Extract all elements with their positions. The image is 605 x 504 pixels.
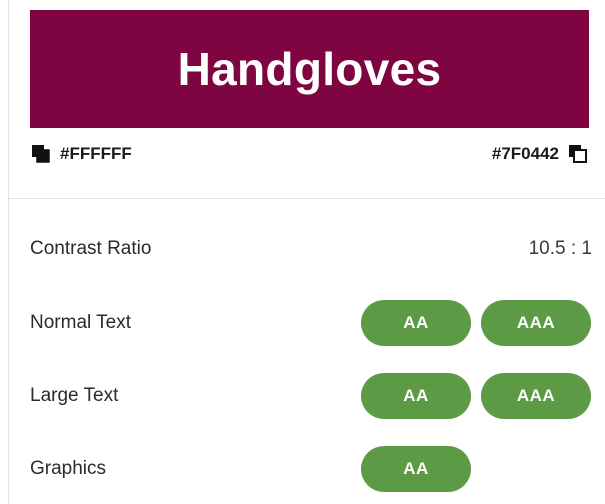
swatch-row: #FFFFFF #7F0442	[30, 139, 589, 169]
large-text-aa-badge: AA	[361, 373, 471, 419]
large-text-row: Large Text AA AAA	[30, 371, 592, 421]
large-text-label: Large Text	[30, 385, 119, 406]
large-text-aaa-badge: AAA	[481, 373, 591, 419]
graphics-label: Graphics	[30, 458, 107, 479]
contrast-ratio-label: Contrast Ratio	[30, 238, 152, 259]
normal-text-row: Normal Text AA AAA	[30, 298, 592, 348]
contrast-ratio-row: Contrast Ratio 10.5 : 1	[30, 224, 592, 274]
copy-icon[interactable]	[30, 143, 52, 165]
normal-text-aa-badge: AA	[361, 300, 471, 346]
graphics-aa-badge: AA	[361, 446, 471, 492]
background-color-code: #7F0442	[491, 144, 559, 163]
panel-left-border	[8, 0, 9, 504]
normal-text-aaa-badge: AAA	[481, 300, 591, 346]
contrast-ratio-value: 10.5 : 1	[528, 238, 592, 259]
normal-text-label: Normal Text	[30, 312, 132, 333]
background-swatch[interactable]: #7F0442	[492, 143, 589, 165]
foreground-swatch[interactable]: #FFFFFF	[30, 143, 132, 165]
text-preview: Handgloves	[30, 10, 589, 128]
preview-text: Handgloves	[177, 43, 442, 95]
contrast-checker-panel: Handgloves #FFFFFF #7F0442 Contrast Rati…	[0, 0, 605, 504]
copy-icon[interactable]	[567, 143, 589, 165]
section-divider	[8, 198, 605, 199]
foreground-color-code: #FFFFFF	[60, 144, 132, 163]
graphics-row: Graphics AA	[30, 444, 592, 494]
